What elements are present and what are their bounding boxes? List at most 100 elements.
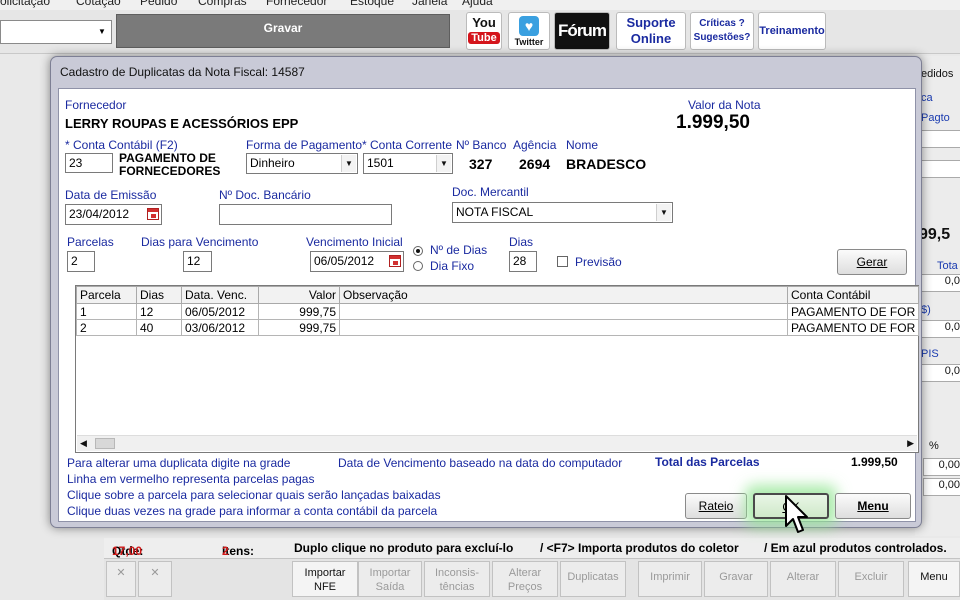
radio-dia-fixo-label[interactable]: Dia Fixo (430, 259, 474, 273)
menu-button-bg[interactable]: Menu (908, 561, 960, 597)
rateio-button[interactable]: Rateio (685, 493, 747, 519)
alterar-precos-button[interactable]: Alterar Preços (492, 561, 558, 597)
clear-icon[interactable]: ✕ (138, 561, 172, 597)
bg-value-field[interactable]: 0,0 (919, 320, 960, 338)
forum-button[interactable]: Fórum (554, 12, 610, 50)
vencimento-inicial-label: Vencimento Inicial (306, 235, 403, 249)
scroll-right-icon[interactable]: ▶ (907, 438, 914, 449)
menu-item-compras[interactable]: Compras (198, 0, 247, 8)
conta-contabil-field[interactable]: 23 (65, 153, 113, 173)
doc-bancario-field[interactable] (219, 204, 392, 225)
forma-pagamento-select[interactable]: Dinheiro ▼ (246, 153, 358, 174)
info-line-3: Clique sobre a parcela para selecionar q… (67, 488, 441, 502)
scroll-thumb[interactable] (95, 438, 115, 449)
bg-value-field[interactable]: 0,0 (919, 274, 960, 292)
gravar-top-button[interactable]: Gravar (116, 14, 450, 48)
forma-pagamento-label: Forma de Pagamento (246, 138, 363, 152)
youtube-button[interactable]: You Tube (466, 12, 502, 50)
menu-item-janela[interactable]: Janela (412, 0, 447, 8)
cell-conta-contabil[interactable]: PAGAMENTO DE FOR (787, 319, 919, 336)
doc-mercantil-select[interactable]: NOTA FISCAL ▼ (452, 202, 673, 223)
cell-valor[interactable]: 999,75 (258, 319, 340, 336)
twitter-button[interactable]: ♥ Twitter (508, 12, 550, 50)
agencia-value: 2694 (519, 156, 551, 172)
duplicatas-button[interactable]: Duplicatas (560, 561, 626, 597)
column-header-dias[interactable]: Dias (136, 286, 182, 304)
cell-dias[interactable]: 12 (136, 303, 182, 320)
conta-contabil-desc: PAGAMENTO DE FORNECEDORES (119, 152, 220, 178)
bg-value-field[interactable]: 0,00 (923, 458, 960, 476)
column-header-valor[interactable]: Valor (258, 286, 340, 304)
dias-label: Dias (509, 235, 534, 249)
cell-parcela[interactable]: 1 (76, 303, 137, 320)
bg-field[interactable] (919, 130, 960, 148)
menu-button[interactable]: Menu (835, 493, 911, 519)
horizontal-scrollbar[interactable]: ◀ ▶ (77, 435, 917, 451)
menu-item-estoque[interactable]: Estoque (350, 0, 394, 8)
conta-corrente-select[interactable]: 1501 ▼ (363, 153, 453, 174)
bg-value-field[interactable]: 0,0 (919, 364, 960, 382)
table-header-row: Parcela Dias Data. Venc. Valor Observaçã… (76, 286, 919, 304)
data-emissao-field[interactable]: 23/04/2012 (65, 204, 162, 225)
table-row[interactable]: 1 12 06/05/2012 999,75 PAGAMENTO DE FOR (76, 303, 919, 320)
column-header-conta-contabil[interactable]: Conta Contábil (787, 286, 919, 304)
menu-item-solicitacao[interactable]: olicitação (0, 0, 50, 8)
mouse-cursor-icon (785, 495, 808, 533)
excluir-button[interactable]: Excluir (838, 561, 904, 597)
cell-observacao[interactable] (339, 303, 788, 320)
cell-conta-contabil[interactable]: PAGAMENTO DE FOR (787, 303, 919, 320)
cell-data-venc[interactable]: 06/05/2012 (181, 303, 259, 320)
chevron-down-icon[interactable]: ▼ (656, 204, 671, 221)
importar-saida-button[interactable]: Importar Saída (358, 561, 422, 597)
calendar-icon[interactable] (389, 255, 401, 267)
dialog-body: Fornecedor LERRY ROUPAS E ACESSÓRIOS EPP… (58, 88, 919, 522)
chevron-down-icon[interactable]: ▼ (436, 155, 451, 172)
gerar-button[interactable]: Gerar (837, 249, 907, 275)
table-row[interactable]: 2 40 03/06/2012 999,75 PAGAMENTO DE FOR (76, 319, 919, 336)
bg-value-field[interactable]: 0,00 (923, 478, 960, 496)
cell-data-venc[interactable]: 03/06/2012 (181, 319, 259, 336)
criticas-sugestoes-button[interactable]: Críticas ? Sugestões? (690, 12, 754, 50)
treinamento-button[interactable]: Treinamento (758, 12, 826, 50)
radio-num-dias[interactable] (413, 246, 423, 256)
chevron-down-icon[interactable]: ▼ (341, 155, 356, 172)
parcelas-grid[interactable]: Parcela Dias Data. Venc. Valor Observaçã… (75, 285, 919, 453)
info-line-1: Para alterar uma duplicata digite na gra… (67, 456, 291, 470)
bg-pagto-label: Pagto (921, 112, 950, 124)
parcelas-field[interactable]: 2 (67, 251, 95, 272)
top-combo[interactable]: ▼ (0, 20, 112, 44)
vencimento-inicial-field[interactable]: 06/05/2012 (310, 251, 404, 272)
menu-item-cotacao[interactable]: Cotação (76, 0, 121, 8)
previsao-label[interactable]: Previsão (575, 255, 622, 269)
menu-item-pedido[interactable]: Pedido (140, 0, 177, 8)
menu-item-ajuda[interactable]: Ajuda (462, 0, 493, 8)
scroll-left-icon[interactable]: ◀ (80, 438, 87, 449)
column-header-observacao[interactable]: Observação (339, 286, 788, 304)
radio-num-dias-label[interactable]: Nº de Dias (430, 243, 487, 257)
dias-vencimento-field[interactable]: 12 (183, 251, 212, 272)
doc-bancario-label: Nº Doc. Bancário (219, 188, 311, 202)
excel-icon[interactable]: ✕ (106, 561, 136, 597)
alterar-button[interactable]: Alterar (770, 561, 836, 597)
twitter-bird-icon: ♥ (519, 16, 539, 36)
cell-valor[interactable]: 999,75 (258, 303, 340, 320)
gravar-button[interactable]: Gravar (704, 561, 768, 597)
imprimir-button[interactable]: Imprimir (638, 561, 702, 597)
column-header-data-venc[interactable]: Data. Venc. (181, 286, 259, 304)
conta-contabil-desc-line2: FORNECEDORES (119, 164, 221, 178)
radio-dia-fixo[interactable] (413, 261, 423, 271)
cell-parcela[interactable]: 2 (76, 319, 137, 336)
previsao-checkbox[interactable] (557, 256, 568, 267)
inconsistencias-button[interactable]: Inconsis- tências (424, 561, 490, 597)
dias-field[interactable]: 28 (509, 251, 537, 272)
menu-item-fornecedor[interactable]: Fornecedor (266, 0, 327, 8)
bg-field[interactable] (919, 160, 960, 178)
column-header-parcela[interactable]: Parcela (76, 286, 137, 304)
importar-nfe-button[interactable]: Importar NFE (292, 561, 358, 597)
cell-observacao[interactable] (339, 319, 788, 336)
cell-dias[interactable]: 40 (136, 319, 182, 336)
valor-nota-value: 1.999,50 (676, 112, 750, 133)
suporte-online-button[interactable]: Suporte Online (616, 12, 686, 50)
criticas-line1: Críticas ? (699, 18, 745, 29)
calendar-icon[interactable] (147, 208, 159, 220)
